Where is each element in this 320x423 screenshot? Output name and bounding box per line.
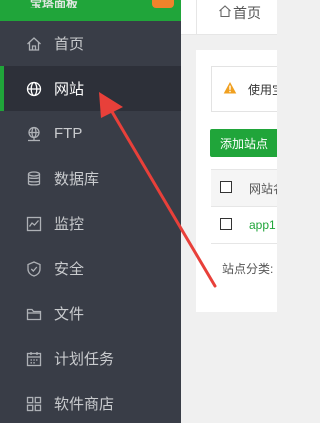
sidebar-item-cron[interactable]: 计划任务 [0,336,181,381]
breadcrumb-home-link[interactable]: 首页 [233,3,261,23]
sidebar-item-label: 安全 [54,261,85,278]
site-panel: 使用宝 添加站点 网站名 app1 站点分类: [196,50,277,312]
notice-box: 使用宝 [211,66,277,112]
select-all-checkbox[interactable] [220,181,232,193]
sidebar-item-security[interactable]: 安全 [0,246,181,291]
shield-icon [25,260,43,278]
sidebar-item-label: FTP [54,125,83,142]
calendar-icon [25,350,43,368]
ftp-icon [25,125,43,143]
version-badge [152,0,174,8]
sidebar-item-home[interactable]: 首页 [0,21,181,66]
sidebar-item-label: 计划任务 [54,351,115,368]
sidebar-item-label: 网站 [54,81,85,98]
site-category-label: 站点分类: [222,262,274,276]
sidebar-item-label: 首页 [54,36,85,53]
site-name-link[interactable]: app1 [249,218,276,232]
sidebar-item-database[interactable]: 数据库 [0,156,181,201]
sidebar: 宝塔面板 首页 网站 FTP 数据库 监控 安全 文件 计划任务 软件商店 [0,0,181,423]
site-table: 网站名 app1 [211,169,277,244]
home-icon [25,35,43,53]
sidebar-item-website[interactable]: 网站 [0,66,181,111]
database-icon [25,170,43,188]
main-content: 首页 使用宝 添加站点 网站名 app1 站点分类: [181,0,277,423]
table-row: app1 [211,207,277,244]
home-icon [219,5,231,18]
sidebar-item-files[interactable]: 文件 [0,291,181,336]
sidebar-item-label: 软件商店 [54,396,115,413]
row-checkbox[interactable] [220,218,232,230]
sidebar-item-label: 文件 [54,306,85,323]
apps-grid-icon [25,395,43,413]
sidebar-item-ftp[interactable]: FTP [0,111,181,156]
sidebar-item-label: 数据库 [54,171,100,188]
brand-bar: 宝塔面板 [0,0,181,21]
breadcrumb: 首页 [181,0,277,35]
breadcrumb-divider [196,0,197,34]
folder-icon [25,305,43,323]
sidebar-item-monitor[interactable]: 监控 [0,201,181,246]
column-header-site-name: 网站名 [249,182,277,196]
warning-icon [223,82,237,94]
globe-icon [25,80,43,98]
sidebar-item-app-store[interactable]: 软件商店 [0,381,181,423]
monitor-icon [25,215,43,233]
add-site-button[interactable]: 添加站点 [210,129,277,157]
brand-name: 宝塔面板 [30,0,79,8]
notice-text: 使用宝 [248,83,277,97]
table-header: 网站名 [211,170,277,207]
sidebar-item-label: 监控 [54,216,85,233]
